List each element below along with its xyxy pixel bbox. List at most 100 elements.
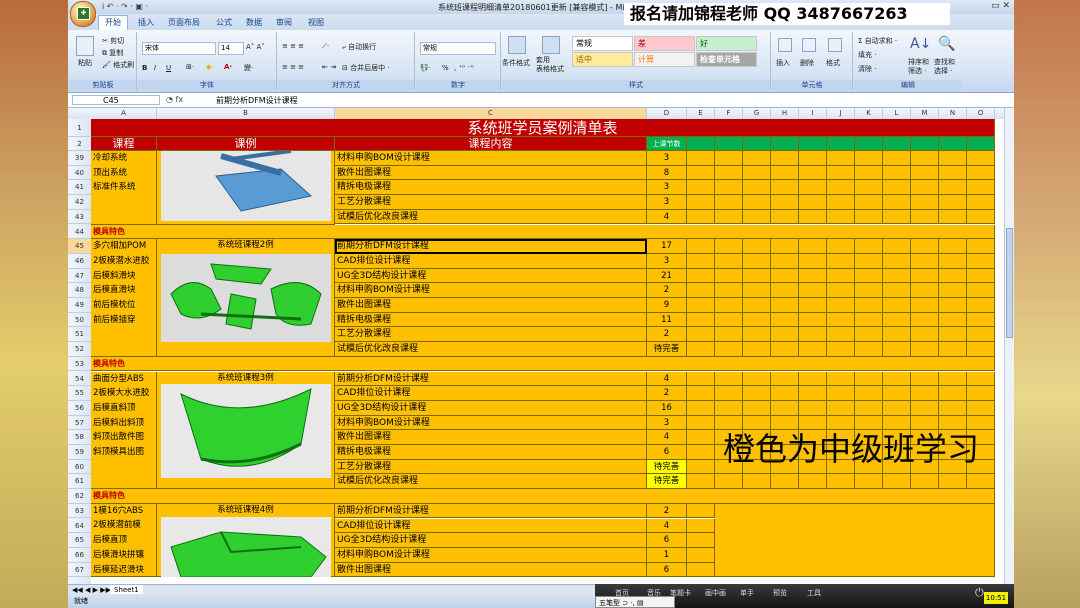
empty-cell[interactable] (827, 386, 855, 401)
empty-cell[interactable] (939, 342, 967, 357)
format-button[interactable]: 格式 (826, 58, 840, 68)
empty-cell[interactable] (967, 239, 995, 254)
course-content-cell[interactable]: 散件出图课程 (335, 562, 647, 578)
quick-access-toolbar[interactable]: ⅰ ↶ · ↷ · ▣ · (102, 2, 148, 11)
column-header[interactable]: L (883, 108, 911, 119)
tab-formulas[interactable]: 公式 (216, 16, 232, 30)
currency-icon[interactable]: 💱· (420, 64, 431, 72)
hours-cell[interactable]: 11 (647, 312, 687, 328)
hours-cell[interactable]: 3 (647, 151, 687, 166)
tab-data[interactable]: 数据 (246, 16, 262, 30)
course-content-cell[interactable]: CAD排位设计课程 (335, 253, 647, 269)
vertical-scrollbar[interactable] (1004, 108, 1014, 584)
empty-cell[interactable] (939, 165, 967, 181)
number-format-select[interactable]: 常规 (420, 42, 496, 55)
course-list-cell[interactable]: 1模16穴ABS 2板模潜前模 后模直顶 后模滑块拼镶 后模延迟滑块 (91, 503, 157, 578)
empty-cell[interactable] (687, 180, 715, 196)
empty-cell[interactable] (883, 386, 911, 401)
hours-cell[interactable]: 待完善 (647, 342, 687, 357)
empty-cell[interactable] (911, 239, 939, 254)
empty-cell[interactable] (743, 195, 771, 210)
empty-cell[interactable] (771, 312, 799, 328)
empty-cell[interactable] (799, 400, 827, 416)
empty-cell[interactable] (743, 415, 771, 431)
hours-cell[interactable]: 4 (647, 209, 687, 225)
empty-cell[interactable] (883, 239, 911, 254)
tab-home[interactable]: 开始 (98, 15, 128, 30)
window-controls[interactable]: ▭ ✕ (991, 1, 1010, 11)
empty-cell[interactable] (771, 195, 799, 210)
merged-note-cell[interactable] (715, 503, 995, 578)
empty-cell[interactable] (967, 312, 995, 328)
column-header[interactable]: I (799, 108, 827, 119)
header-empty-cell[interactable] (687, 137, 715, 151)
empty-cell[interactable] (883, 151, 911, 166)
course-content-cell[interactable]: 前期分析DFM设计课程 (335, 503, 647, 519)
empty-cell[interactable] (855, 180, 883, 196)
course-content-cell[interactable]: 散件出图课程 (335, 430, 647, 445)
tab-insert[interactable]: 插入 (138, 16, 154, 30)
empty-cell[interactable] (715, 312, 743, 328)
empty-cell[interactable] (715, 371, 743, 387)
hours-cell[interactable]: 待完善 (647, 459, 687, 475)
empty-cell[interactable] (743, 268, 771, 284)
empty-cell[interactable] (911, 253, 939, 269)
empty-cell[interactable] (771, 371, 799, 387)
empty-cell[interactable] (799, 327, 827, 343)
indent-icons[interactable]: ⇤ ⇥ (322, 63, 336, 71)
empty-cell[interactable] (939, 386, 967, 401)
course-content-cell[interactable]: 材料申购BOM设计课程 (335, 151, 647, 166)
empty-cell[interactable] (855, 386, 883, 401)
empty-cell[interactable] (687, 209, 715, 225)
empty-cell[interactable] (715, 400, 743, 416)
column-header[interactable]: A (91, 108, 157, 119)
course-content-cell[interactable]: 材料申购BOM设计课程 (335, 547, 647, 563)
clear-button[interactable]: 清除 · (858, 64, 876, 74)
empty-cell[interactable] (827, 400, 855, 416)
empty-cell[interactable] (967, 415, 995, 431)
header-content[interactable]: 课程内容 (335, 137, 647, 151)
empty-cell[interactable] (687, 371, 715, 387)
header-empty-cell[interactable] (743, 137, 771, 151)
empty-cell[interactable] (827, 268, 855, 284)
style-calculation[interactable]: 计算 (634, 52, 695, 67)
empty-cell[interactable] (743, 312, 771, 328)
course-content-cell[interactable]: 精拆电极课程 (335, 312, 647, 328)
empty-cell[interactable] (855, 195, 883, 210)
hours-cell[interactable]: 4 (647, 430, 687, 445)
empty-cell[interactable] (911, 371, 939, 387)
tab-page-layout[interactable]: 页面布局 (168, 16, 200, 30)
empty-cell[interactable] (799, 209, 827, 225)
empty-cell[interactable] (855, 239, 883, 254)
row-header[interactable]: 50 (68, 313, 91, 328)
empty-cell[interactable] (967, 386, 995, 401)
table-format-button[interactable]: 套用 表格格式 (536, 56, 564, 74)
recorder-toolbar-item[interactable]: 工具 (807, 588, 821, 598)
row-header[interactable]: 59 (68, 445, 91, 460)
empty-cell[interactable] (883, 327, 911, 343)
hours-cell[interactable]: 6 (647, 533, 687, 548)
empty-cell[interactable] (715, 253, 743, 269)
row-header[interactable]: 1 (68, 119, 91, 137)
empty-cell[interactable] (687, 283, 715, 298)
empty-cell[interactable] (687, 445, 715, 460)
row-header[interactable]: 65 (68, 533, 91, 548)
autosum-button[interactable]: Σ 自动求和 · (858, 36, 897, 46)
empty-cell[interactable] (939, 474, 967, 490)
empty-cell[interactable] (967, 253, 995, 269)
header-empty-cell[interactable] (939, 137, 967, 151)
empty-cell[interactable] (827, 342, 855, 357)
row-header[interactable]: 64 (68, 519, 91, 534)
hours-cell[interactable]: 16 (647, 400, 687, 416)
empty-cell[interactable] (799, 253, 827, 269)
empty-cell[interactable] (827, 312, 855, 328)
hours-cell[interactable]: 1 (647, 547, 687, 563)
tab-view[interactable]: 视图 (308, 16, 324, 30)
row-header[interactable]: 58 (68, 430, 91, 445)
empty-cell[interactable] (855, 415, 883, 431)
empty-cell[interactable] (687, 415, 715, 431)
scroll-thumb[interactable] (1006, 228, 1013, 338)
empty-cell[interactable] (967, 371, 995, 387)
ime-toolbar[interactable]: 五笔型 ⊃ ·, ▤ (595, 596, 675, 608)
font-name-select[interactable]: 宋体 (142, 42, 216, 55)
